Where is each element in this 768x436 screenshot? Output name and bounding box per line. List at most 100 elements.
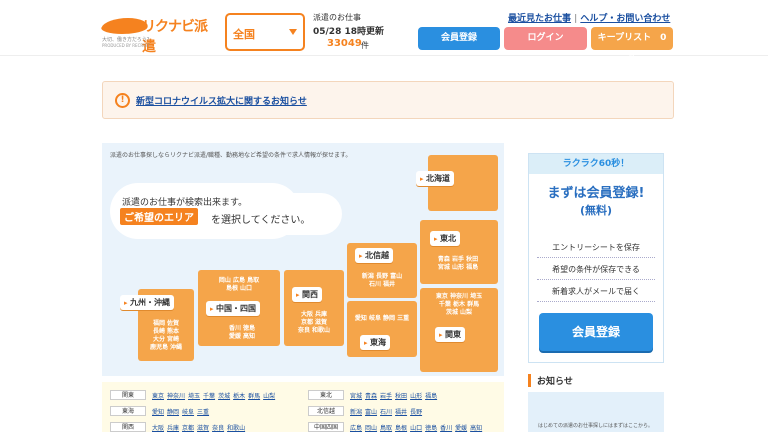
- pref-link[interactable]: 長野: [410, 409, 422, 416]
- pref-link[interactable]: 青森: [365, 393, 377, 400]
- pref-link[interactable]: 香川: [440, 425, 452, 432]
- login-button[interactable]: ログイン: [504, 27, 587, 50]
- map-message-2: を選択してください。: [211, 215, 311, 226]
- region-select-value: 全国: [233, 28, 255, 41]
- pref-link[interactable]: 新潟: [350, 409, 362, 416]
- list-tag: 中国四国: [308, 422, 344, 432]
- prefs-kansai: 大阪 兵庫 京都 滋賀 奈良 和歌山: [297, 311, 331, 334]
- chevron-down-icon: [289, 29, 297, 35]
- list-tag: 北信越: [308, 406, 344, 416]
- pref-link[interactable]: 山形: [410, 393, 422, 400]
- list-tag: 関西: [110, 422, 146, 432]
- prefs-shikoku: 香川 徳島 愛媛 高知: [228, 325, 256, 340]
- pref-link[interactable]: 高知: [470, 425, 482, 432]
- news-heading: お知らせ: [528, 374, 573, 387]
- pref-link[interactable]: 埼玉: [188, 393, 200, 400]
- pref-link[interactable]: 愛媛: [455, 425, 467, 432]
- list-tag: 東北: [308, 390, 344, 400]
- pref-link[interactable]: 島根: [395, 425, 407, 432]
- prefs-kanto: 東京 神奈川 埼玉 千葉 栃木 群馬 茨城 山梨: [435, 293, 483, 316]
- prefs-hokushinetsu: 新潟 長野 富山 石川 福井: [361, 273, 403, 288]
- area-map: 派遣のお仕事探しならリクナビ派遣/職種、勤務地など希望の条件で求人情報が探せます…: [102, 143, 504, 376]
- list-row: 関東 東京 神奈川 埼玉 千葉 茨城 栃木 群馬 山梨 東北 宮城 青森 岩手 秋田 山形 福島: [102, 390, 504, 404]
- region-label-tohoku[interactable]: 東北: [430, 231, 460, 246]
- promo-title: まずは会員登録!: [547, 186, 645, 201]
- pref-link[interactable]: 岩手: [380, 393, 392, 400]
- region-tohoku[interactable]: [420, 220, 498, 284]
- pref-link[interactable]: 神奈川: [167, 393, 185, 400]
- pref-link[interactable]: 茨城: [218, 393, 230, 400]
- prefecture-list: 関東 東京 神奈川 埼玉 千葉 茨城 栃木 群馬 山梨 東北 宮城 青森 岩手 秋田 山形 福島 東海 …: [102, 382, 504, 432]
- list-row: 東海 愛知 静岡 岐阜 三重 北信越 新潟 富山 石川 福井 長野: [102, 406, 504, 420]
- logo-tagline: 大切、働き方だろう？: [102, 37, 152, 43]
- help-link[interactable]: ヘルプ・お問い合わせ: [580, 14, 670, 24]
- pref-link[interactable]: 宮城: [350, 393, 362, 400]
- region-label-kyushu-okinawa[interactable]: 九州・沖縄: [120, 295, 174, 310]
- map-intro: 派遣のお仕事探しならリクナビ派遣/職種、勤務地など希望の条件で求人情報が探せます…: [110, 152, 352, 159]
- pref-link[interactable]: 秋田: [395, 393, 407, 400]
- pref-link[interactable]: 山梨: [263, 393, 275, 400]
- pref-link[interactable]: 滋賀: [197, 425, 209, 432]
- pref-link[interactable]: 三重: [197, 409, 209, 416]
- recent-jobs-link[interactable]: 最近見たお仕事: [508, 14, 571, 24]
- pref-link[interactable]: 鳥取: [380, 425, 392, 432]
- pref-link[interactable]: 和歌山: [227, 425, 245, 432]
- pref-link[interactable]: 岐阜: [182, 409, 194, 416]
- pref-link[interactable]: 栃木: [233, 393, 245, 400]
- register-promo: ラクラク60秒！ まずは会員登録! (無料) エントリーシートを保存 希望の条件…: [528, 153, 664, 363]
- region-label-chugoku-shikoku[interactable]: 中国・四国: [206, 301, 260, 316]
- update-time: 05/28 18時更新: [313, 27, 384, 37]
- job-count-info: 派遣のお仕事 05/28 18時更新 33049 件: [313, 12, 395, 50]
- pref-link[interactable]: 静岡: [167, 409, 179, 416]
- pref-link[interactable]: 愛知: [152, 409, 164, 416]
- list-row: 関西 大阪 兵庫 京都 滋賀 奈良 和歌山 中国四国 広島 岡山 鳥取 島根 山口 徳島 香川 愛媛 高知: [102, 422, 504, 436]
- pref-link[interactable]: 山口: [410, 425, 422, 432]
- list-tag: 東海: [110, 406, 146, 416]
- region-label-hokkaido[interactable]: 北海道: [416, 171, 454, 186]
- list-tag: 関東: [110, 390, 146, 400]
- keep-list-button[interactable]: キープリスト 0 件: [591, 27, 675, 66]
- job-count-unit: 件: [361, 41, 369, 50]
- region-label-hokushinetsu[interactable]: 北信越: [355, 248, 393, 263]
- list-links: 宮城 青森 岩手 秋田 山形 福島: [350, 391, 440, 400]
- news-teaser: はじめての派遣のお仕事探しにはまずはここから。: [538, 423, 654, 429]
- pref-link[interactable]: 兵庫: [167, 425, 179, 432]
- pref-link[interactable]: 千葉: [203, 393, 215, 400]
- promo-register-button[interactable]: 会員登録: [539, 313, 653, 351]
- link-separator: |: [574, 14, 578, 24]
- notice-banner: ! 新型コロナウイルス拡大に関するお知らせ: [102, 81, 674, 119]
- pref-link[interactable]: 福井: [395, 409, 407, 416]
- pref-link[interactable]: 岡山: [365, 425, 377, 432]
- region-label-kansai[interactable]: 関西: [292, 287, 322, 302]
- pref-link[interactable]: 富山: [365, 409, 377, 416]
- pref-link[interactable]: 奈良: [212, 425, 224, 432]
- map-message: 派遣のお仕事が検索出来ます。: [122, 198, 248, 208]
- promo-benefit: 希望の条件が保存できる: [537, 260, 655, 280]
- region-label-tokai[interactable]: 東海: [360, 335, 390, 350]
- list-links: 大阪 兵庫 京都 滋賀 奈良 和歌山: [152, 423, 248, 432]
- pref-link[interactable]: 広島: [350, 425, 362, 432]
- list-links: 広島 岡山 鳥取 島根 山口 徳島 香川 愛媛 高知: [350, 423, 485, 432]
- pref-link[interactable]: 福島: [425, 393, 437, 400]
- news-banner[interactable]: はじめての派遣のお仕事探しにはまずはここから。: [528, 392, 664, 432]
- list-links: 愛知 静岡 岐阜 三重: [152, 407, 212, 416]
- region-label-kanto[interactable]: 関東: [435, 327, 465, 342]
- map-message-highlight: ご希望のエリア: [120, 208, 198, 225]
- logo-text: リクナビ派遣: [142, 19, 208, 55]
- member-register-button[interactable]: 会員登録: [418, 27, 500, 50]
- pref-link[interactable]: 石川: [380, 409, 392, 416]
- pref-link[interactable]: 徳島: [425, 425, 437, 432]
- top-links: 最近見たお仕事 | ヘルプ・お問い合わせ: [508, 11, 670, 24]
- promo-subtitle: (無料): [579, 204, 613, 217]
- region-select[interactable]: 全国: [225, 13, 305, 51]
- pref-link[interactable]: 京都: [182, 425, 194, 432]
- promo-benefit: 新着求人がメールで届く: [537, 282, 655, 302]
- pref-link[interactable]: 群馬: [248, 393, 260, 400]
- notice-link[interactable]: 新型コロナウイルス拡大に関するお知らせ: [136, 94, 307, 107]
- pref-link[interactable]: 大阪: [152, 425, 164, 432]
- site-logo[interactable]: リクナビ派遣 大切、働き方だろう？ PRODUCED BY RECRUIT: [99, 14, 218, 55]
- pref-link[interactable]: 東京: [152, 393, 164, 400]
- site-header: リクナビ派遣 大切、働き方だろう？ PRODUCED BY RECRUIT 全国…: [0, 0, 768, 66]
- list-links: 新潟 富山 石川 福井 長野: [350, 407, 425, 416]
- prefs-chugoku: 岡山 広島 鳥取 島根 山口: [218, 277, 260, 292]
